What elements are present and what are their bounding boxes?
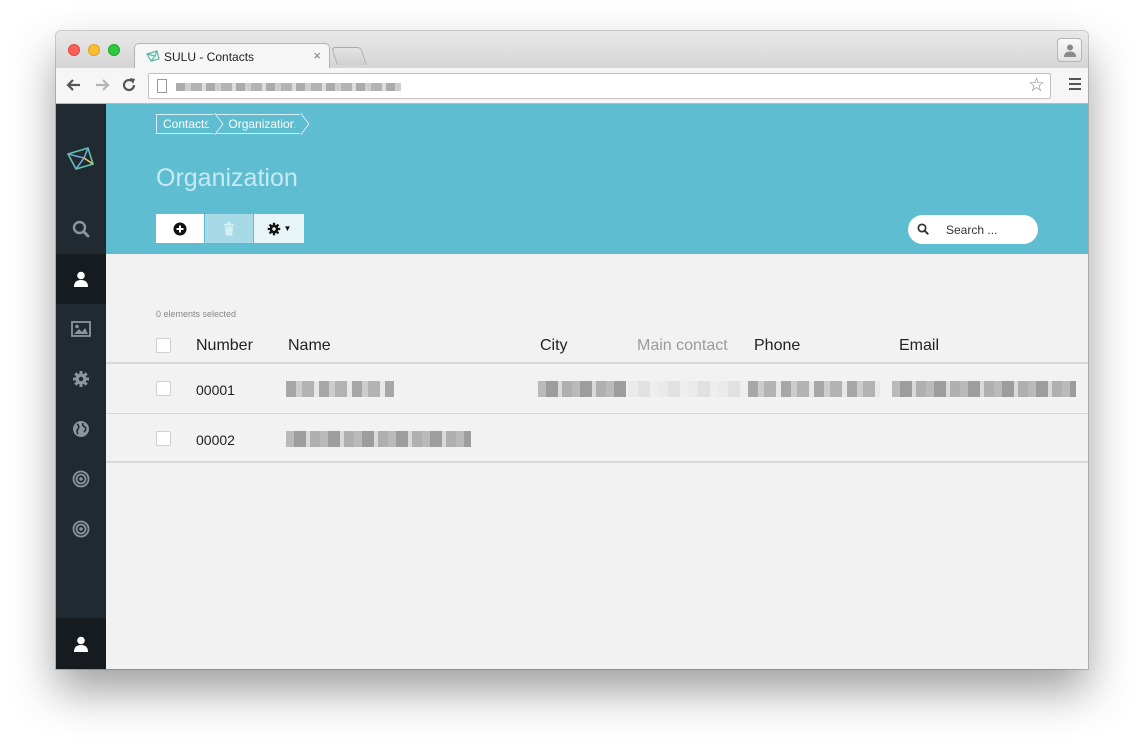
- breadcrumb-item-contacts[interactable]: Contacts: [156, 114, 216, 134]
- sulu-logo-icon[interactable]: [66, 146, 96, 172]
- settings-dropdown-button[interactable]: ▼: [254, 214, 304, 243]
- search-input[interactable]: [946, 221, 1030, 238]
- person-icon: [1064, 44, 1076, 57]
- page-icon: [157, 79, 167, 93]
- row-checkbox[interactable]: [156, 381, 171, 396]
- column-header-main-contact[interactable]: Main contact: [637, 337, 728, 355]
- column-header-phone[interactable]: Phone: [754, 337, 800, 355]
- nav-item-target-2[interactable]: [56, 504, 106, 554]
- new-tab-button[interactable]: [331, 47, 367, 65]
- nav-user-profile[interactable]: [56, 618, 106, 669]
- cell-main-contact-blurred: [628, 381, 748, 397]
- nav-item-search[interactable]: [56, 204, 106, 254]
- search-box[interactable]: [908, 215, 1038, 244]
- back-arrow-icon[interactable]: [65, 76, 83, 94]
- gear-icon: [267, 222, 280, 235]
- table-header: Number Name City Main contact Phone Emai…: [106, 326, 1088, 364]
- user-icon: [74, 271, 88, 287]
- main-content: Contacts Organization Organization ▼ Sea…: [106, 104, 1088, 669]
- address-bar[interactable]: ☆: [148, 73, 1051, 99]
- browser-window: SULU - Contacts × ☆ Contacts Organizatio…: [56, 31, 1088, 669]
- browser-menu-icon[interactable]: [1069, 78, 1081, 90]
- cell-email-blurred: [892, 381, 1076, 397]
- target-icon: [72, 470, 90, 488]
- search-icon: [917, 223, 929, 235]
- cell-name-blurred: [286, 431, 471, 447]
- reload-icon[interactable]: [120, 76, 138, 94]
- add-button[interactable]: [156, 214, 205, 243]
- breadcrumb-item-organization[interactable]: Organization: [215, 114, 302, 134]
- nav-item-webspaces[interactable]: [56, 404, 106, 454]
- search-icon: [72, 220, 90, 238]
- chevron-down-icon: ▼: [283, 224, 292, 233]
- user-icon: [74, 636, 88, 652]
- table-row[interactable]: 00002: [106, 414, 1088, 463]
- column-header-number[interactable]: Number: [196, 337, 253, 355]
- browser-tab[interactable]: SULU - Contacts ×: [134, 43, 330, 69]
- url-text-blurred: [176, 83, 401, 91]
- bookmark-star-icon[interactable]: ☆: [1028, 76, 1045, 95]
- selection-count: 0 elements selected: [156, 309, 237, 319]
- navigation-sidebar: [56, 104, 106, 669]
- nav-item-target-1[interactable]: [56, 454, 106, 504]
- column-header-email[interactable]: Email: [899, 337, 939, 355]
- plus-circle-icon: [173, 222, 187, 235]
- cell-name-blurred: [286, 381, 394, 397]
- breadcrumb: Contacts Organization: [156, 114, 302, 134]
- sulu-favicon-icon: [146, 50, 160, 62]
- close-window-button[interactable]: [68, 44, 80, 56]
- tab-title: SULU - Contacts: [164, 50, 255, 64]
- organization-table: Number Name City Main contact Phone Emai…: [106, 326, 1088, 463]
- cell-phone-blurred: [748, 381, 880, 397]
- tab-strip: SULU - Contacts ×: [56, 31, 1088, 69]
- cell-number: 00001: [196, 382, 235, 398]
- trash-icon: [224, 222, 234, 235]
- nav-item-settings[interactable]: [56, 354, 106, 404]
- target-icon: [72, 520, 90, 538]
- tab-close-icon[interactable]: ×: [313, 48, 321, 64]
- gear-icon: [73, 371, 89, 387]
- nav-item-contacts[interactable]: [56, 254, 106, 304]
- page-title: Organization: [156, 164, 298, 192]
- maximize-window-button[interactable]: [108, 44, 120, 56]
- row-checkbox[interactable]: [156, 431, 171, 446]
- select-all-checkbox[interactable]: [156, 338, 171, 353]
- image-icon: [71, 321, 91, 337]
- globe-icon: [73, 421, 89, 437]
- cell-city-blurred: [538, 381, 626, 397]
- page-header: Contacts Organization Organization ▼ Sea…: [106, 104, 1088, 254]
- delete-button[interactable]: [205, 214, 254, 243]
- profile-button[interactable]: [1057, 38, 1082, 62]
- minimize-window-button[interactable]: [88, 44, 100, 56]
- table-row[interactable]: 00001: [106, 364, 1088, 414]
- column-header-city[interactable]: City: [540, 337, 568, 355]
- toolbar-button-group: ▼: [156, 214, 304, 243]
- nav-item-media[interactable]: [56, 304, 106, 354]
- cell-number: 00002: [196, 432, 235, 448]
- sulu-app: Contacts Organization Organization ▼ Sea…: [56, 104, 1088, 669]
- forward-arrow-icon[interactable]: [93, 76, 111, 94]
- column-header-name[interactable]: Name: [288, 337, 331, 355]
- browser-toolbar: ☆: [56, 68, 1088, 104]
